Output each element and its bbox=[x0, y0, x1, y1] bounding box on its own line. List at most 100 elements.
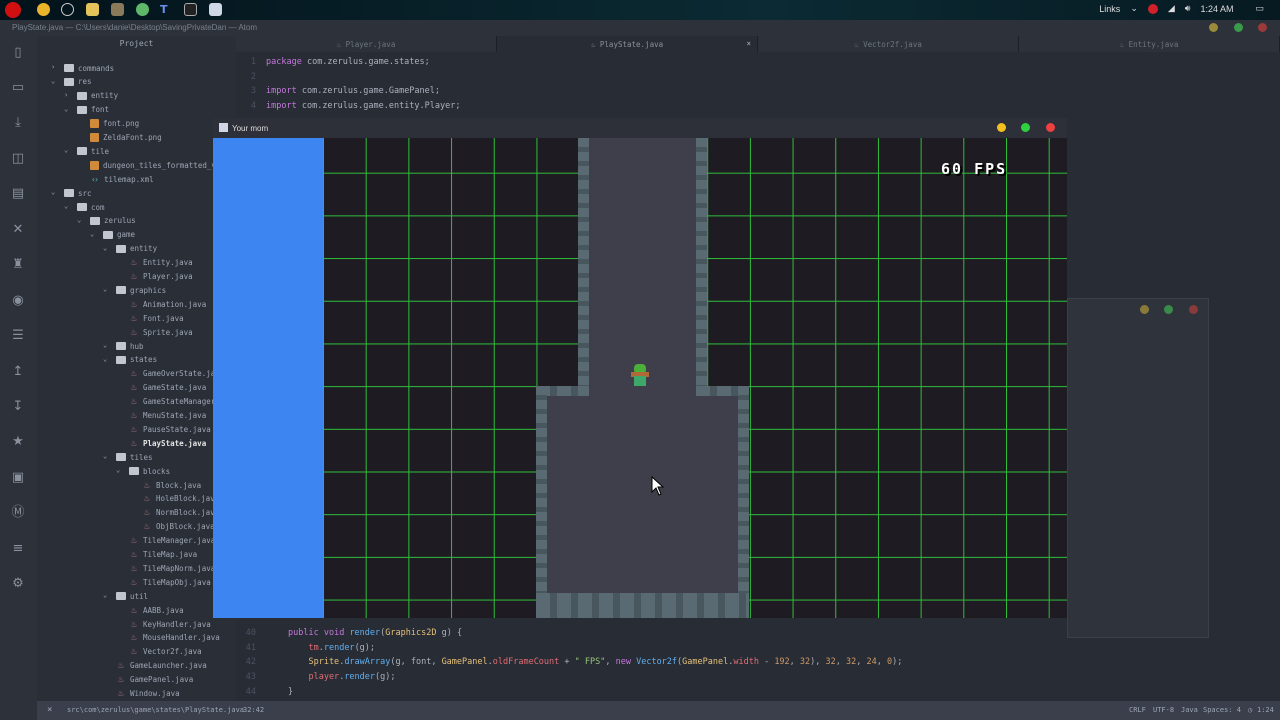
t-app-icon[interactable]: T bbox=[160, 3, 173, 16]
eye-icon[interactable]: ◉ bbox=[10, 294, 26, 308]
tree-item[interactable]: ♨ PauseState.java bbox=[129, 422, 210, 436]
game-maximize-button[interactable] bbox=[1021, 123, 1030, 132]
expand-toggle-icon[interactable]: ⌄ bbox=[90, 230, 94, 238]
tree-item[interactable]: ZeldaFont.png bbox=[90, 131, 162, 145]
line-ending[interactable]: CRLF bbox=[1129, 706, 1146, 714]
encoding[interactable]: UTF-8 bbox=[1153, 706, 1174, 714]
tree-item[interactable]: ♨ TileMapNorm.java bbox=[129, 561, 215, 575]
links-toolbar[interactable]: Links bbox=[1099, 4, 1120, 14]
settings-gear-icon[interactable]: ⚙ bbox=[10, 577, 26, 591]
bg-close-button[interactable] bbox=[1189, 305, 1198, 314]
tree-item[interactable]: ♨ GameLauncher.java bbox=[116, 659, 206, 673]
expand-toggle-icon[interactable]: ⌄ bbox=[103, 355, 107, 363]
explorer-icon[interactable] bbox=[86, 3, 99, 16]
tree-item[interactable]: ♨ TileMapObj.java bbox=[129, 575, 210, 589]
tree-item[interactable]: ♨ GameState.java bbox=[129, 381, 206, 395]
game-minimize-button[interactable] bbox=[997, 123, 1006, 132]
tree-item[interactable]: ♨ Font.java bbox=[129, 311, 183, 325]
expand-toggle-icon[interactable]: ⌄ bbox=[116, 466, 120, 474]
tree-item[interactable]: font bbox=[77, 103, 109, 117]
tree-item[interactable]: ♨ Block.java bbox=[142, 478, 201, 492]
atom-icon[interactable] bbox=[136, 3, 149, 16]
cursor-position[interactable]: 32:42 bbox=[243, 706, 264, 714]
tree-item[interactable]: game bbox=[103, 228, 135, 242]
tree-item[interactable]: entity bbox=[77, 89, 118, 103]
tree-item[interactable]: util bbox=[116, 589, 148, 603]
tree-item[interactable]: ♨ GameOverState.java bbox=[129, 367, 224, 381]
antivirus-icon[interactable] bbox=[1147, 3, 1158, 14]
game-close-button[interactable] bbox=[1046, 123, 1055, 132]
expand-toggle-icon[interactable]: ⌄ bbox=[51, 188, 55, 196]
tab-playstate-java[interactable]: ♨ PlayState.java × bbox=[497, 36, 758, 52]
tree-item[interactable]: ♨ NormBlock.java bbox=[142, 506, 219, 520]
expand-toggle-icon[interactable]: ⌄ bbox=[103, 285, 107, 293]
tree-item[interactable]: ‹› tilemap.xml bbox=[90, 172, 154, 186]
expand-toggle-icon[interactable]: ⌄ bbox=[103, 591, 107, 599]
tree-item[interactable]: ♨ MouseHandler.java bbox=[129, 631, 219, 645]
bg-maximize-button[interactable] bbox=[1164, 305, 1173, 314]
tree-item[interactable]: tiles bbox=[116, 450, 153, 464]
tree-item[interactable]: hub bbox=[116, 339, 144, 353]
code-line[interactable]: player.render(g); bbox=[288, 672, 395, 682]
tree-item[interactable]: entity bbox=[116, 242, 157, 256]
code-line[interactable]: public void render(Graphics2D g) { bbox=[288, 628, 462, 638]
tree-item[interactable]: dungeon_tiles_formatted_v bbox=[90, 158, 216, 172]
markdown-icon[interactable]: Ⓜ bbox=[10, 506, 26, 520]
tree-item[interactable]: res bbox=[64, 75, 92, 89]
expand-toggle-icon[interactable]: ⌄ bbox=[64, 202, 68, 210]
maximize-button[interactable] bbox=[1234, 23, 1243, 32]
bg-minimize-button[interactable] bbox=[1140, 305, 1149, 314]
terminal-icon[interactable]: ▣ bbox=[10, 471, 26, 485]
tree-item[interactable]: states bbox=[116, 353, 157, 367]
tree-item[interactable]: ♨ Vector2f.java bbox=[129, 645, 201, 659]
file-path[interactable]: src\com\zerulus\game\states\PlayState.ja… bbox=[67, 706, 244, 714]
tree-item[interactable]: ♨ Window.java bbox=[116, 687, 179, 701]
tree-item[interactable]: ♨ Sprite.java bbox=[129, 325, 192, 339]
close-button[interactable] bbox=[1258, 23, 1267, 32]
panel-icon[interactable]: ◫ bbox=[10, 152, 26, 166]
obs-icon[interactable] bbox=[61, 3, 74, 16]
expand-toggle-icon[interactable]: ⌄ bbox=[103, 244, 107, 252]
close-icon[interactable]: × bbox=[47, 705, 52, 715]
tree-item[interactable]: ♨ TileManager.java bbox=[129, 534, 215, 548]
expand-toggle-icon[interactable]: ⌄ bbox=[64, 105, 68, 113]
tree-item[interactable]: com bbox=[77, 200, 105, 214]
expand-icon[interactable]: ✕ bbox=[10, 223, 26, 237]
start-icon[interactable] bbox=[5, 2, 21, 18]
tree-item[interactable]: src bbox=[64, 186, 92, 200]
java-app-icon[interactable] bbox=[209, 3, 222, 16]
tab-vector2f-java[interactable]: ♨ Vector2f.java bbox=[758, 36, 1019, 52]
tree-item[interactable]: ♨ Animation.java bbox=[129, 297, 206, 311]
tree-item[interactable]: commands bbox=[64, 61, 114, 75]
upload-icon[interactable]: ↥ bbox=[10, 365, 26, 379]
menu-icon[interactable]: ≡ bbox=[10, 542, 26, 556]
expand-toggle-icon[interactable]: ⌄ bbox=[103, 341, 107, 349]
wifi-icon[interactable]: ◢ bbox=[1168, 3, 1175, 14]
hierarchy-icon[interactable]: ♜ bbox=[10, 258, 26, 272]
tree-item[interactable]: ♨ Player.java bbox=[129, 270, 192, 284]
download-icon[interactable]: ⤓ bbox=[10, 116, 26, 130]
indent-setting[interactable]: Spaces: 4 bbox=[1203, 706, 1241, 714]
tree-item[interactable]: ♨ GamePanel.java bbox=[116, 673, 193, 687]
tree-item[interactable]: ♨ TileMap.java bbox=[129, 548, 197, 562]
chevron-down-icon[interactable]: ⌄ bbox=[1130, 3, 1138, 14]
volume-icon[interactable]: 🔊︎ bbox=[1185, 3, 1191, 14]
expand-toggle-icon[interactable]: ⌄ bbox=[51, 77, 55, 85]
tree-item[interactable]: graphics bbox=[116, 283, 166, 297]
clock[interactable]: 1:24 AM bbox=[1200, 4, 1233, 14]
game-canvas[interactable]: 60 FPS bbox=[213, 138, 1067, 618]
notification-icon[interactable]: ▭ bbox=[1255, 3, 1264, 14]
tree-item[interactable]: font.png bbox=[90, 117, 139, 131]
tree-item[interactable]: ♨ PlayState.java bbox=[129, 436, 206, 450]
tree-item[interactable]: ♨ MenuState.java bbox=[129, 409, 206, 423]
tree-item[interactable]: blocks bbox=[129, 464, 170, 478]
folder-icon[interactable]: ▭ bbox=[10, 81, 26, 95]
file-icon[interactable]: ▯ bbox=[10, 46, 26, 60]
expand-toggle-icon[interactable]: ⌄ bbox=[103, 452, 107, 460]
tab-entity-java[interactable]: ♨ Entity.java bbox=[1019, 36, 1280, 52]
code-line[interactable]: import com.zerulus.game.GamePanel; bbox=[266, 86, 440, 96]
tab-player-java[interactable]: ♨ Player.java bbox=[236, 36, 497, 52]
code-line[interactable]: } bbox=[288, 687, 293, 697]
code-line[interactable]: package com.zerulus.game.states; bbox=[266, 57, 430, 67]
tree-item[interactable]: ♨ Entity.java bbox=[129, 256, 192, 270]
